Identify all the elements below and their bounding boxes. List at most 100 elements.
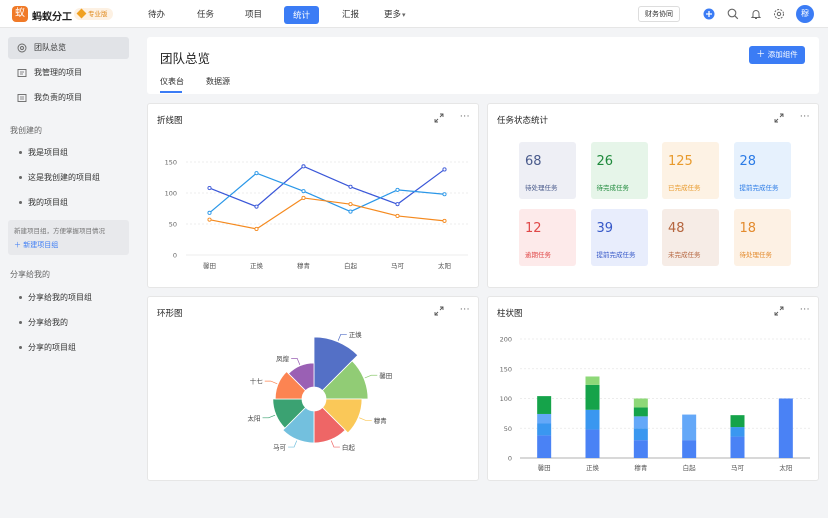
y-tick-label: 150: [165, 159, 177, 167]
bar-segment: [778, 398, 793, 458]
pro-badge[interactable]: 专业版: [74, 8, 113, 20]
expand-icon[interactable]: [774, 113, 784, 123]
data-point: [348, 184, 353, 189]
label-leader: [364, 374, 378, 379]
stat-value: 68: [525, 154, 542, 169]
new-group-link[interactable]: ＋ 新建项目组: [14, 240, 123, 250]
stat-tile[interactable]: 18 待处理任务: [733, 209, 791, 266]
add-circle-icon[interactable]: [703, 8, 715, 20]
bar-segment: [682, 414, 697, 441]
bar-segment: [633, 416, 648, 429]
app-logo[interactable]: 蚁: [12, 6, 28, 22]
nav-item-reports[interactable]: 汇报: [342, 8, 359, 20]
dashboard-icon: [17, 43, 27, 53]
more-icon[interactable]: ···: [800, 112, 810, 122]
bar-segment: [585, 429, 600, 458]
slice-label: 凤煌: [276, 354, 290, 363]
slice-label: 十七: [250, 377, 264, 386]
stat-value: 18: [739, 221, 757, 236]
stat-value: 12: [525, 221, 542, 236]
x-tick-label: 穆青: [297, 261, 311, 270]
bar-segment: [633, 407, 648, 417]
bar-segment: [537, 413, 552, 424]
data-point: [442, 192, 447, 197]
sidebar: 团队总览 我管理的项目 我负责的项目 我创建的 我是项目组 这是我创建的项目组 …: [0, 28, 138, 518]
stat-tile[interactable]: 48 未完成任务: [662, 209, 719, 266]
slice-label: 馨田: [379, 371, 392, 380]
label-leader: [330, 440, 340, 448]
x-tick-label: 馨田: [203, 261, 216, 270]
hint-text: 新建项目组，方便掌握项目情况: [14, 227, 105, 235]
nav-more-label: 更多: [384, 10, 402, 20]
bar-segment: [730, 415, 745, 428]
data-point: [301, 195, 306, 201]
nav-item-more[interactable]: 更多▾: [384, 8, 406, 20]
new-group-hint: 新建项目组，方便掌握项目情况 ＋ 新建项目组: [8, 220, 129, 255]
stat-tile[interactable]: 68 待处理任务: [519, 142, 576, 199]
sidebar-item-managed-projects[interactable]: 我管理的项目: [8, 62, 129, 84]
slice-label: 白起: [342, 443, 356, 452]
bar-segment: [585, 376, 600, 385]
sidebar-item-label: 我管理的项目: [34, 68, 82, 77]
label-leader: [288, 440, 298, 448]
x-tick-label: 正焕: [586, 463, 600, 472]
data-point: [301, 189, 306, 194]
search-icon[interactable]: [727, 8, 739, 20]
stat-tile[interactable]: 125 已完成任务: [662, 142, 719, 199]
nav-item-tasks[interactable]: 任务: [197, 8, 214, 20]
nav-item-stats[interactable]: 统计: [284, 6, 320, 24]
sidebar-item-label: 我负责的项目: [34, 93, 82, 102]
x-tick-label: 太阳: [438, 261, 451, 270]
data-point: [207, 217, 212, 222]
y-tick-label: 0: [173, 252, 177, 260]
stat-tile[interactable]: 12 逾期任务: [519, 209, 576, 266]
stat-label: 待处理任务: [525, 184, 558, 192]
data-point: [442, 218, 447, 223]
shared-group-item[interactable]: 分享给我的项目组: [19, 292, 92, 303]
sidebar-item-owned-projects[interactable]: 我负责的项目: [8, 87, 129, 109]
bar-segment: [730, 436, 745, 458]
slice-label: 马可: [273, 444, 287, 452]
label-leader: [337, 333, 347, 341]
project-group-item[interactable]: 这是我创建的项目组: [19, 172, 100, 183]
nav-item-projects[interactable]: 项目: [245, 8, 262, 20]
user-avatar[interactable]: 穆: [796, 5, 814, 23]
stat-tile[interactable]: 26 待完成任务: [590, 142, 648, 199]
gear-icon[interactable]: [773, 8, 785, 20]
data-point: [207, 210, 212, 215]
shared-group-item[interactable]: 分享的项目组: [19, 342, 76, 353]
line-chart-card: 折线图 ··· 0 50 100 150 馨田 正焕 穆青 白起 马可 太阳: [147, 103, 479, 288]
sidebar-item-label: 团队总览: [34, 43, 66, 52]
tab-datasource[interactable]: 数据源: [206, 76, 230, 87]
bar-segment: [730, 427, 745, 437]
main-header: 团队总览 ＋ 添加组件 仪表台 数据源: [147, 37, 819, 94]
group-title-my-created: 我创建的: [10, 126, 42, 135]
bell-icon[interactable]: [750, 8, 762, 20]
stat-tile[interactable]: 39 提前完成任务: [590, 209, 648, 266]
active-tab-indicator: [160, 91, 182, 93]
add-widget-button[interactable]: ＋ 添加组件: [749, 46, 805, 64]
y-tick-label: 100: [165, 190, 177, 198]
ring-chart-card: 环形图 ··· 正焕 馨田 穆青 白起 马可 太阳 十七 凤煌: [147, 296, 479, 481]
tab-dashboard[interactable]: 仪表台: [160, 76, 184, 87]
plus-icon: ＋: [14, 241, 24, 249]
shared-group-item[interactable]: 分享给我的: [19, 317, 68, 328]
stat-label: 逾期任务: [525, 251, 551, 259]
stat-tile[interactable]: 28 提前完成任务: [733, 142, 791, 199]
task-stats-card: 任务状态统计 ··· 68 待处理任务 26 待完成任务 125 已完成任务 28 提前完成任…: [487, 103, 819, 288]
y-tick-label: 50: [169, 221, 177, 229]
data-point: [207, 185, 212, 191]
app-name: 蚂蚁分工: [32, 12, 72, 23]
y-tick-label: 150: [500, 365, 512, 373]
y-tick-label: 0: [508, 455, 512, 463]
x-tick-label: 穆青: [634, 463, 648, 472]
bar-chart-card: 柱状图 ··· 0 50 100 150 200 馨田 正焕 穆青 白起 马可 太阳: [487, 296, 819, 481]
plus-icon: ＋: [756, 50, 766, 60]
project-group-item[interactable]: 我是项目组: [19, 147, 68, 158]
sidebar-item-team-overview[interactable]: 团队总览: [8, 37, 129, 59]
slice-label: 正焕: [349, 330, 363, 339]
stat-value: 125: [668, 154, 693, 169]
project-group-item[interactable]: 我的项目组: [19, 197, 68, 208]
nav-item-todo[interactable]: 待办: [148, 8, 165, 20]
finance-collab-button[interactable]: 财务协同: [638, 6, 680, 22]
